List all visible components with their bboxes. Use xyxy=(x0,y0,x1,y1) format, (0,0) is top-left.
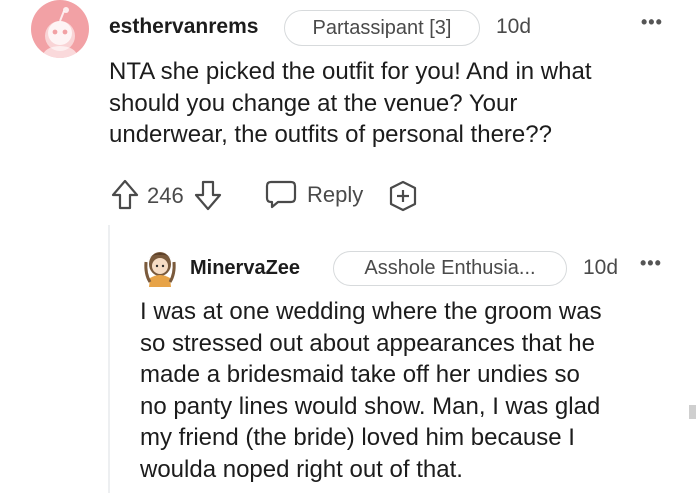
reply-avatar[interactable] xyxy=(140,248,180,288)
reply-line: my friend (the bride) loved him because … xyxy=(140,424,575,451)
comment-username[interactable]: esthervanrems xyxy=(109,15,258,39)
user-flair-badge: Asshole Enthusia... xyxy=(333,251,567,286)
comment-line: underwear, the outfits of personal there… xyxy=(109,121,552,148)
reply-timestamp[interactable]: 10d xyxy=(583,256,618,280)
reply-line: I was at one wedding where the groom was xyxy=(140,298,602,325)
downvote-arrow-icon xyxy=(194,180,222,211)
avatar[interactable] xyxy=(31,0,89,58)
comment-body: NTA she picked the outfit for you! And i… xyxy=(109,56,592,151)
upvote-button[interactable] xyxy=(110,178,140,212)
more-options-button[interactable]: ••• xyxy=(641,12,663,33)
more-options-button[interactable]: ••• xyxy=(640,253,662,274)
reply-button[interactable]: Reply xyxy=(264,176,374,212)
reply-username[interactable]: MinervaZee xyxy=(190,257,300,280)
vote-count: 246 xyxy=(147,183,184,208)
reply-line: so stressed out about appearances that h… xyxy=(140,329,595,357)
comment-timestamp[interactable]: 10d xyxy=(496,15,531,39)
upvote-arrow-icon xyxy=(111,179,139,210)
reply-line: made a bridesmaid take off her undies so xyxy=(140,361,580,388)
thread-line[interactable] xyxy=(108,225,110,493)
reply-body: I was at one wedding where the groom was… xyxy=(140,296,602,485)
reply-line: woulda noped right out of that. xyxy=(140,455,463,483)
snoo-avatar-icon xyxy=(43,7,77,58)
scroll-indicator[interactable] xyxy=(689,405,696,419)
downvote-button[interactable] xyxy=(193,178,223,212)
award-button[interactable] xyxy=(386,179,420,213)
reply-line: no panty lines would show. Man, I was gl… xyxy=(140,392,601,420)
comment-line: should you change at the venue? Your xyxy=(109,89,518,117)
comment-line: NTA she picked the outfit for you! And i… xyxy=(109,58,592,85)
speech-bubble-icon xyxy=(265,180,297,209)
user-flair-badge: Partassipant [3] xyxy=(284,10,480,46)
character-avatar-icon xyxy=(144,252,176,287)
reply-label: Reply xyxy=(307,182,364,207)
plus-award-icon xyxy=(389,180,417,212)
